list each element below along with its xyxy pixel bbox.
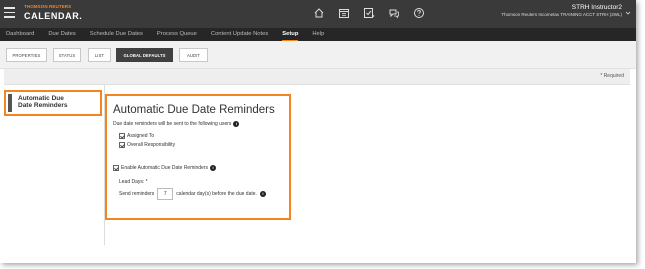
overall-responsibility-option[interactable]: Overall Responsibility — [119, 141, 289, 148]
brand-logo[interactable]: THOMSON REUTERS CALENDAR. — [24, 4, 83, 21]
tab-properties[interactable]: PROPERTIES — [6, 48, 47, 62]
chat-icon[interactable] — [387, 6, 401, 20]
setup-tabs: PROPERTIES STATUS LIST GLOBAL DEFAULTS A… — [0, 41, 636, 69]
lead-days-label: Lead Days: * — [119, 178, 148, 185]
tab-status[interactable]: STATUS — [53, 48, 81, 62]
enable-reminders-label: Enable Automatic Due Date Reminders — [121, 164, 208, 171]
nav-content-update-notes[interactable]: Content Update Notes — [211, 28, 268, 41]
required-bar: * Required — [4, 69, 630, 85]
info-icon[interactable]: i — [259, 190, 266, 197]
info-icon[interactable]: i — [210, 164, 216, 171]
side-item-label: Automatic Due Date Reminders — [18, 95, 68, 109]
chevron-down-icon[interactable] — [625, 10, 631, 16]
user-account: Thomson Reuters Incometax TRAINING ACCT … — [501, 11, 622, 17]
task-check-icon[interactable] — [362, 6, 376, 20]
lead-days-input[interactable] — [157, 187, 174, 200]
send-reminders-prefix: Send reminders — [119, 190, 155, 197]
app-window: THOMSON REUTERS CALENDAR. STRH Instructo… — [0, 0, 636, 263]
top-bar: THOMSON REUTERS CALENDAR. STRH Instructo… — [0, 0, 636, 28]
panel-description: Due date reminders will be sent to the f… — [113, 120, 289, 127]
home-icon[interactable] — [312, 6, 326, 20]
side-item-automatic-due-date-reminders[interactable]: Automatic Due Date Reminders — [4, 90, 102, 116]
nav-due-dates[interactable]: Due Dates — [48, 28, 75, 41]
help-icon[interactable] — [412, 6, 426, 20]
info-icon[interactable]: i — [233, 120, 240, 127]
overall-responsibility-checkbox[interactable] — [119, 141, 125, 148]
assigned-to-checkbox[interactable] — [119, 132, 125, 139]
tab-list[interactable]: LIST — [88, 48, 111, 62]
tab-audit[interactable]: AUDIT — [179, 48, 208, 62]
overall-responsibility-label: Overall Responsibility — [127, 141, 176, 148]
send-reminders-row: Send reminders calendar day(s) before th… — [119, 187, 289, 200]
hamburger-menu-icon[interactable] — [4, 7, 15, 21]
panel-title: Automatic Due Date Reminders — [113, 104, 275, 116]
nav-schedule-due-dates[interactable]: Schedule Due Dates — [90, 28, 143, 41]
nav-help[interactable]: Help — [312, 28, 324, 41]
panel-description-text: Due date reminders will be sent to the f… — [113, 120, 232, 127]
top-icons — [312, 6, 426, 20]
brand-app-name: CALENDAR. — [24, 10, 83, 21]
enable-reminders-checkbox[interactable] — [113, 164, 119, 171]
enable-reminders-option[interactable]: Enable Automatic Due Date Reminders i — [113, 164, 289, 171]
user-name: STRH Instructor2 — [571, 4, 622, 11]
calendar-icon[interactable] — [337, 6, 351, 20]
tab-global-defaults[interactable]: GLOBAL DEFAULTS — [116, 48, 173, 62]
reminders-panel: Automatic Due Date Reminders Due date re… — [105, 94, 291, 220]
assigned-to-label: Assigned To — [127, 132, 155, 139]
required-note: * Required — [600, 73, 624, 79]
nav-process-queue[interactable]: Process Queue — [157, 28, 197, 41]
send-reminders-suffix: calendar day(s) before the due date. — [176, 190, 257, 197]
brand-company: THOMSON REUTERS — [24, 4, 72, 9]
nav-dashboard[interactable]: Dashboard — [6, 28, 34, 41]
main-nav: Dashboard Due Dates Schedule Due Dates P… — [0, 28, 636, 41]
user-info[interactable]: STRH Instructor2 Thomson Reuters Incomet… — [501, 4, 622, 17]
nav-setup[interactable]: Setup — [282, 28, 299, 41]
assigned-to-option[interactable]: Assigned To — [119, 132, 289, 139]
